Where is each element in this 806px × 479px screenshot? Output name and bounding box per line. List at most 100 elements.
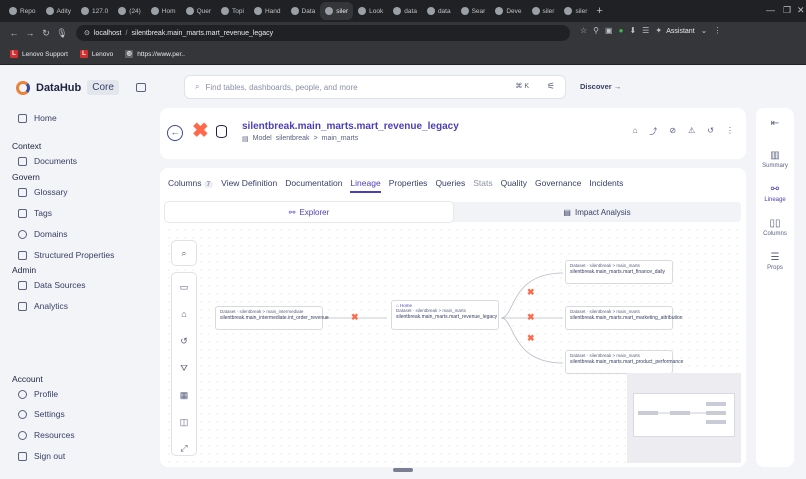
tab-queries[interactable]: Queries [435,178,465,193]
site-info-icon[interactable]: ⊙ [84,29,90,37]
menu-list-icon[interactable]: ☰ [642,26,649,35]
nav-documents[interactable]: Documents [18,156,77,166]
bookmark-star-icon[interactable]: ☆ [580,26,587,35]
lineage-node-downstream-2[interactable]: Dataset · silentbreak > main_marts silen… [565,306,683,330]
new-tab-icon[interactable]: + [596,5,602,17]
panel-summary[interactable]: ▥ Summary [756,150,794,169]
browser-tab[interactable]: siler [559,2,592,20]
download-icon[interactable]: ⬇ [629,26,636,35]
chevron-down-icon[interactable]: ⌄ [701,26,708,35]
share-icon[interactable]: ⤴ [649,126,657,137]
browser-tab[interactable]: Adity [41,2,76,20]
nav-structured-properties[interactable]: Structured Properties [18,250,114,260]
horizontal-scroll-handle[interactable] [393,468,413,472]
nav-domains[interactable]: Domains [18,229,68,239]
nav-tags[interactable]: Tags [18,208,52,218]
browser-tab[interactable]: Quer [181,2,216,20]
browser-tab[interactable]: Look [353,2,388,20]
reload-icon[interactable]: ↻ [38,28,54,39]
filter-settings-icon[interactable]: ⚟ [547,81,555,92]
extension-icon[interactable]: ⚲ [593,26,599,35]
lineage-node-downstream-3[interactable]: Dataset · silentbreak > main_marts silen… [565,350,683,374]
profile-extension-icon[interactable]: ● [619,26,624,35]
node-name: silentbreak.main_marts.mart_revenue_lega… [396,314,498,320]
nav-resources[interactable]: Resources [18,430,75,440]
panel-props[interactable]: ☰ Props [756,252,794,271]
history-icon[interactable]: ↺ [707,126,714,137]
assistant-button[interactable]: ✦ Assistant [655,26,694,35]
panel-lineage[interactable]: ⚯ Lineage [756,184,794,203]
subtab-explorer[interactable]: ⚯ Explorer [165,202,453,222]
tab-documentation[interactable]: Documentation [285,178,342,193]
tab-columns[interactable]: Columns 7 [168,178,214,193]
global-search[interactable]: ⌕ Find tables, dashboards, people, and m… [184,75,566,99]
browser-tab[interactable]: Sear [456,2,491,20]
entity-tabs: Columns 7 View Definition Documentation L… [168,178,623,193]
subtab-impact-analysis[interactable]: ▤ Impact Analysis [453,202,741,222]
browser-tab[interactable]: Deve [490,2,526,20]
tab-stats[interactable]: Stats [473,178,492,193]
browser-tab[interactable]: siler [527,2,560,20]
deprecate-icon[interactable]: ⊘ [669,126,676,137]
tab-incidents[interactable]: Incidents [589,178,623,193]
favicon-icon [495,7,504,15]
discover-link[interactable]: Discover → [580,82,621,91]
minimize-icon[interactable]: — [766,5,775,15]
bookmark-per[interactable]: ◎ https://www.per.. [125,50,185,58]
browser-tab[interactable]: Topi [216,2,249,20]
folder-icon[interactable]: ⌂ [633,126,638,137]
lineage-minimap[interactable] [627,373,741,463]
nav-home[interactable]: Home [18,113,57,123]
panel-columns[interactable]: ▯▯ Columns [756,218,794,237]
tab-lineage[interactable]: Lineage [350,178,381,193]
close-window-icon[interactable]: ✕ [797,5,805,16]
url-bar[interactable]: ⊙ localhost / silentbreak.main_marts.mar… [76,25,570,41]
bookmark-lenovo-support[interactable]: L Lenovo Support [10,50,68,58]
nav-profile[interactable]: Profile [18,389,58,399]
back-nav-icon[interactable]: ← [6,28,22,38]
browser-tab[interactable]: 127.0 [76,2,113,20]
section-context: Context [12,141,42,151]
forward-nav-icon[interactable]: → [22,28,38,38]
tab-properties[interactable]: Properties [389,178,428,193]
entity-platform[interactable]: silentbreak [276,135,310,143]
cast-icon[interactable]: ▣ [605,26,613,35]
browser-tab[interactable]: Repo [4,2,41,20]
entity-schema[interactable]: main_marts [322,135,359,143]
tab-quality[interactable]: Quality [501,178,527,193]
browser-tab[interactable]: data [422,2,456,20]
voice-icon[interactable]: 🎙 [54,28,70,39]
nav-analytics[interactable]: Analytics [18,301,68,311]
browser-tab[interactable]: Hand [249,2,286,20]
nav-sign-out[interactable]: Sign out [18,451,65,461]
lineage-node-downstream-1[interactable]: Dataset · silentbreak > main_marts silen… [565,260,673,284]
nav-data-sources[interactable]: Data Sources [18,280,86,290]
entity-title[interactable]: silentbreak.main_marts.mart_revenue_lega… [242,121,459,132]
more-menu-icon[interactable]: ⋮ [726,126,734,137]
browser-tab[interactable]: Data [286,2,321,20]
browser-tab[interactable]: siler [320,2,354,20]
back-arrow-icon[interactable]: ← [167,125,183,141]
brand[interactable]: DataHub Core [16,80,119,95]
nav-glossary[interactable]: Glossary [18,187,68,197]
browser-tab[interactable]: (24) [113,2,146,20]
collapse-sidebar-icon[interactable] [136,83,146,92]
tab-view-definition[interactable]: View Definition [221,178,277,193]
nav-label: Glossary [34,187,68,197]
panel-label: Props [767,265,783,271]
maximize-icon[interactable]: ❐ [783,5,791,16]
chrome-menu-icon[interactable]: ⋮ [713,26,721,35]
nav-settings[interactable]: Settings [18,409,65,419]
collapse-panel-icon[interactable]: ⇤ [756,118,794,129]
tab-governance[interactable]: Governance [535,178,581,193]
lineage-canvas[interactable]: ⌕ ▭ ⌂ ↺ ⛛ ▦ ◫ ⤢ ✖ ✖ ✖ ✖ Dataset · silent… [165,226,741,464]
favicon-icon [118,7,127,15]
browser-tab[interactable]: Hom [146,2,181,20]
favicon-icon [81,7,89,15]
bookmark-lenovo[interactable]: L Lenovo [79,50,113,58]
browser-tab[interactable]: data [388,2,422,20]
incident-warning-icon[interactable]: ⚠ [688,126,695,137]
lineage-node-center[interactable]: ⌂ Home Dataset · silentbreak > main_mart… [391,300,499,330]
lineage-node-upstream[interactable]: Dataset · silentbreak > main_intermediat… [215,306,329,330]
search-input[interactable]: Find tables, dashboards, people, and mor… [205,83,357,92]
